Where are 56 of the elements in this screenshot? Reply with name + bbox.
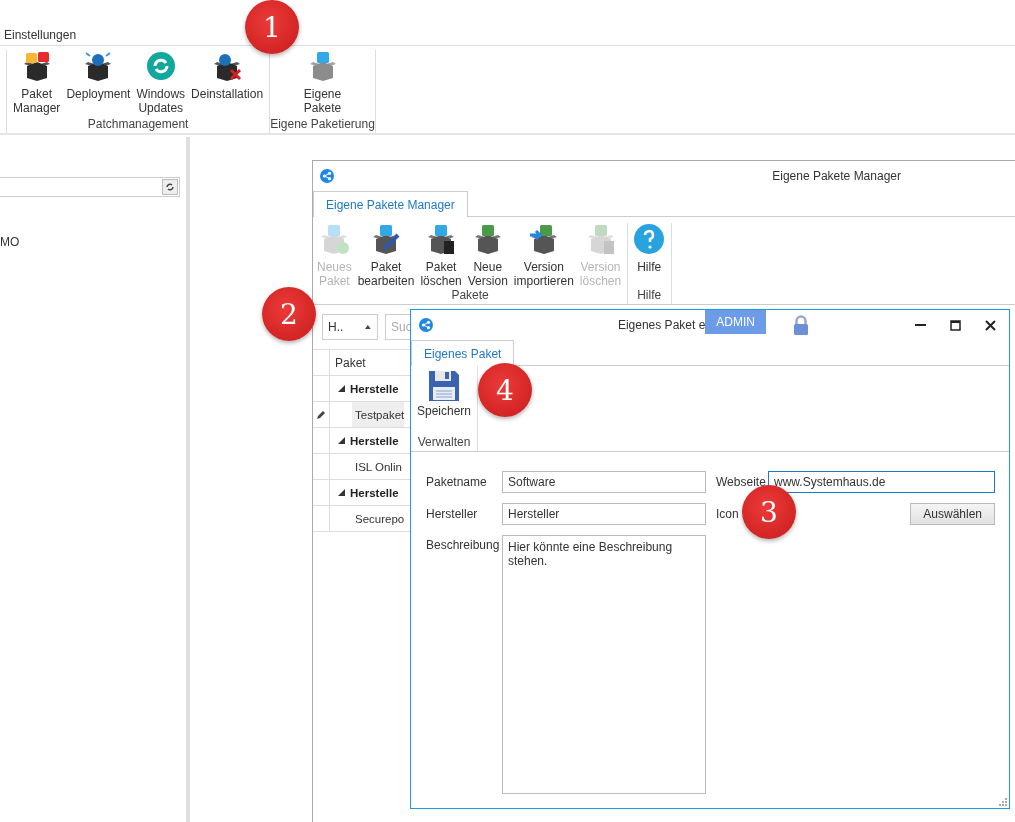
user-badge: ADMIN (705, 310, 766, 334)
refresh-icon[interactable] (162, 179, 178, 195)
ribbon-button[interactable]: Hilfe (631, 223, 668, 288)
ribbon-button[interactable]: Neue Version (465, 223, 510, 288)
expanded-icon[interactable] (338, 489, 345, 496)
refresh-icon (144, 50, 177, 82)
callout-badge: 2 (262, 287, 316, 341)
group-row[interactable]: Herstelle (330, 428, 399, 453)
window-title: Eigenes Paket e (617, 318, 706, 332)
field-label: Beschreibung (426, 537, 501, 552)
field-label: Icon (716, 507, 740, 521)
ribbon-button[interactable]: Paket bearbeiten (355, 223, 417, 288)
expanded-icon[interactable] (338, 385, 345, 392)
sort-dropdown[interactable]: H.. (322, 314, 378, 340)
input-field[interactable]: www.Systemhaus.de (768, 471, 995, 493)
group-label: Pakete (450, 288, 490, 302)
group-label: Patchmanagement (86, 117, 190, 131)
ribbon-button[interactable]: Paket Manager (11, 50, 63, 117)
tree-item[interactable]: MO (0, 235, 20, 249)
input-field[interactable]: Hersteller (502, 503, 706, 525)
field-label: Paketname (426, 475, 488, 489)
save-button[interactable]: Speichern (415, 366, 474, 435)
lock-icon (793, 315, 809, 335)
group-label: Verwalten (416, 435, 472, 449)
resize-grip-icon[interactable] (999, 798, 1007, 806)
close-icon (984, 319, 996, 331)
expanded-icon[interactable] (338, 437, 345, 444)
group-label: Hilfe (636, 288, 663, 302)
search-field[interactable] (0, 177, 180, 197)
ribbon-tab[interactable]: Eigenes Paket (411, 340, 515, 366)
table-cell[interactable]: ISL Onlin (352, 454, 402, 479)
group-row[interactable]: Herstelle (330, 376, 399, 401)
window-title: Eigene Pakete Manager (772, 169, 901, 183)
column-header[interactable]: Paket (330, 350, 366, 375)
field-label: Hersteller (426, 507, 479, 521)
menu-tab[interactable]: Einstellungen (0, 28, 81, 45)
ribbon-button[interactable]: Windows Updates (134, 50, 188, 117)
group-label: Eigene Paketierung (270, 117, 375, 131)
table-cell[interactable]: Testpaket (352, 402, 405, 427)
ribbon-button[interactable]: Paket löschen (418, 223, 464, 288)
caret-up-icon (365, 324, 371, 330)
ribbon-button[interactable]: Deployment (64, 50, 133, 117)
ribbon-tab[interactable]: Eigene Pakete Manager (313, 191, 468, 217)
maximize-icon (949, 319, 961, 331)
table-cell[interactable]: Securepo (352, 506, 405, 531)
description-field[interactable]: Hier könnte eine Beschreibung stehen. (502, 535, 706, 794)
group-row[interactable]: Herstelle (330, 480, 399, 505)
input-field[interactable]: Software (502, 471, 706, 493)
select-button[interactable]: Auswählen (910, 503, 995, 525)
help-icon (633, 223, 666, 255)
share-icon (419, 318, 433, 332)
minimize-icon (914, 324, 926, 326)
ribbon-button[interactable]: Version importieren (511, 223, 576, 288)
ribbon-button[interactable]: Eigene Pakete (301, 50, 344, 117)
share-icon (320, 169, 334, 183)
callout-badge: 1 (245, 0, 299, 54)
